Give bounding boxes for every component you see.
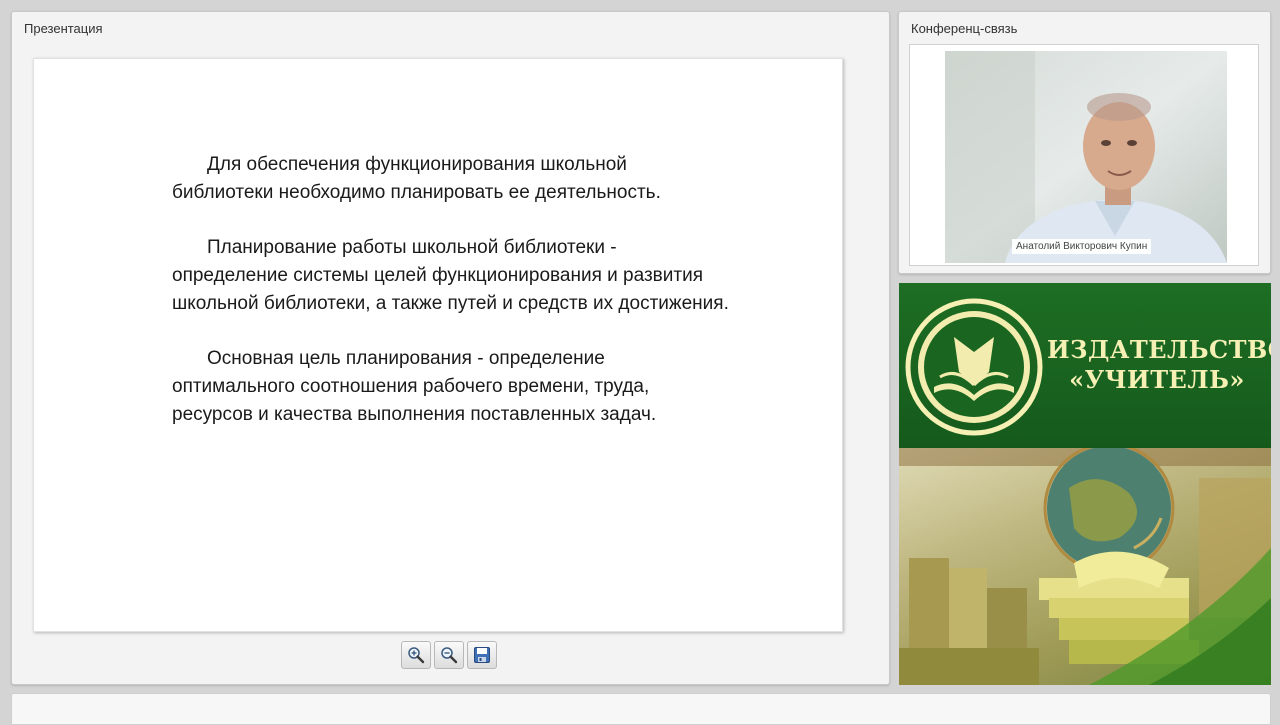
save-icon <box>474 647 490 663</box>
conference-title: Конференц-связь <box>911 21 1018 36</box>
zoom-in-icon <box>408 647 425 664</box>
video-feed: Анатолий Викторович Купин <box>945 51 1227 263</box>
zoom-out-button[interactable] <box>434 641 464 669</box>
slide-paragraph-3: Основная цель планирования - определение… <box>172 348 657 425</box>
publisher-logo-icon <box>905 298 1043 436</box>
speaker-video-image <box>945 51 1227 263</box>
presentation-panel: Презентация Для обеспечения функциониров… <box>11 11 890 685</box>
presentation-slide: Для обеспечения функционирования школьно… <box>33 58 843 632</box>
zoom-out-icon <box>441 647 458 664</box>
speaker-name-label: Анатолий Викторович Купин <box>1012 239 1152 254</box>
publisher-name-line2: «УЧИТЕЛЬ» <box>1069 365 1245 394</box>
publisher-name-line1: ИЗДАТЕЛЬСТВО <box>1047 335 1271 364</box>
slide-paragraph-1: Для обеспечения функционирования школьно… <box>172 154 661 203</box>
bottom-panel <box>11 693 1271 725</box>
publisher-name: ИЗДАТЕЛЬСТВО «УЧИТЕЛЬ» <box>1047 335 1271 395</box>
publisher-banner: ИЗДАТЕЛЬСТВО «УЧИТЕЛЬ» <box>899 283 1271 685</box>
zoom-in-button[interactable] <box>401 641 431 669</box>
slide-toolbar <box>401 641 497 671</box>
slide-text: Для обеспечения функционирования школьно… <box>172 151 732 456</box>
banner-logo-area: ИЗДАТЕЛЬСТВО «УЧИТЕЛЬ» <box>899 283 1271 448</box>
books-globe-illustration <box>899 448 1271 685</box>
video-container: Анатолий Викторович Купин <box>909 44 1259 266</box>
presentation-title: Презентация <box>24 21 103 36</box>
banner-books-image <box>899 448 1271 685</box>
slide-paragraph-2: Планирование работы школьной библиотеки … <box>172 237 729 314</box>
conference-panel: Конференц-связь Анатолий Викторович Купи… <box>898 11 1271 274</box>
save-button[interactable] <box>467 641 497 669</box>
